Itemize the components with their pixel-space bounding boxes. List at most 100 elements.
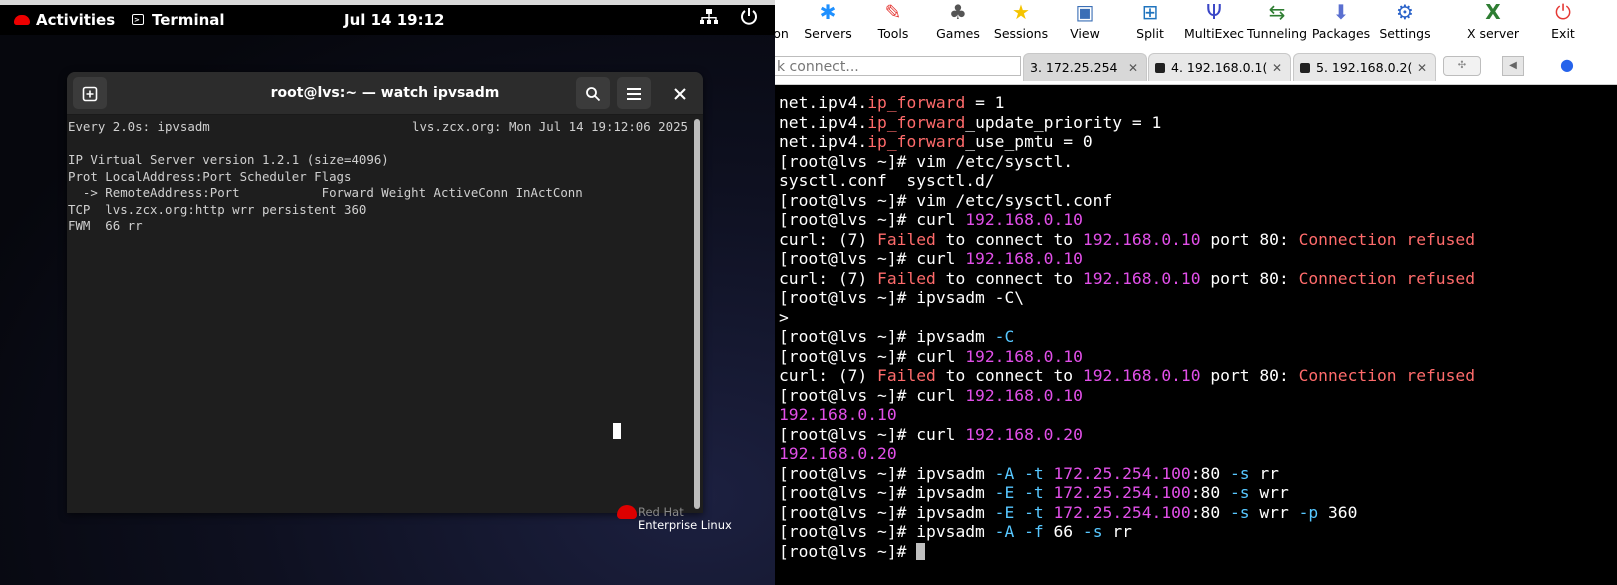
terminal-line: [root@lvs ~]# ipvsadm -A -t 172.25.254.1… — [779, 464, 1279, 484]
ssh-key-icon — [1300, 62, 1310, 73]
gnome-desktop: Activities > Terminal Jul 14 19:12 root@l… — [0, 0, 775, 585]
terminal-text: Connection refused — [1298, 229, 1476, 249]
terminal-text: [root@lvs ~]# ipvsadm — [779, 327, 995, 346]
terminal-line: 192.168.0.10 — [779, 405, 897, 425]
terminal-text: [root@lvs ~]# — [779, 541, 917, 561]
toolbar-label: Settings — [1379, 26, 1431, 41]
terminal-line: [root@lvs ~]# vim /etc/sysctl.conf — [779, 191, 1112, 211]
tab-label: 3. 172.25.254 — [1030, 60, 1118, 75]
app-menu-terminal[interactable]: > Terminal — [132, 5, 225, 35]
output-line: FWM 66 rr — [68, 218, 143, 233]
app-menu-label: Terminal — [152, 11, 225, 29]
network-icon[interactable] — [700, 5, 718, 35]
new-tab-button[interactable] — [73, 77, 107, 109]
terminal-text: to connect to — [935, 229, 1083, 249]
toolbar-tunneling-button[interactable]: ⇆ Tunneling — [1245, 0, 1309, 48]
terminal-text: [root@lvs ~]# curl — [779, 346, 966, 366]
toolbar-games-button[interactable]: ♣ Games — [930, 0, 986, 48]
session-tab-5[interactable]: 5. 192.168.0.2(✕ — [1293, 53, 1436, 81]
toolbar-exit-button[interactable]: ⏻ Exit — [1543, 0, 1583, 48]
close-button[interactable] — [663, 77, 697, 109]
search-button[interactable] — [576, 77, 610, 109]
toolbar-label: Games — [936, 26, 980, 41]
watch-header-right: lvs.zcx.org: Mon Jul 14 19:12:06 2025 — [411, 119, 688, 134]
terminal-text: [root@lvs ~]# ipvsadm -C\ — [779, 288, 1025, 307]
close-tab-icon[interactable]: ✕ — [1272, 54, 1282, 81]
terminal-text: -t — [1024, 502, 1044, 522]
terminal-text: net.ipv4. — [779, 132, 868, 151]
session-tab-3[interactable]: 3. 172.25.254 ✕ — [1023, 53, 1147, 81]
terminal-text: -A — [994, 522, 1015, 541]
toolbar-xserver-button[interactable]: X X server — [1463, 0, 1523, 48]
clock[interactable]: Jul 14 19:12 — [344, 5, 444, 35]
terminal-text: net.ipv4. — [779, 112, 868, 132]
terminal-text: [root@lvs ~]# ipvsadm — [779, 483, 995, 502]
close-tab-icon[interactable]: ✕ — [1128, 54, 1138, 81]
redhat-watermark-icon — [617, 505, 637, 519]
scrollbar-thumb[interactable] — [694, 119, 700, 509]
terminal-line: [root@lvs ~]# curl 192.168.0.10 — [779, 386, 1083, 406]
toolbar-label: on — [775, 26, 789, 41]
toolbar-split-button[interactable]: ⊞ Split — [1127, 0, 1173, 48]
toolbar-sessions-button[interactable]: ★ Sessions — [990, 0, 1052, 48]
activities-button[interactable]: Activities — [14, 5, 115, 35]
terminal-text: Connection refused — [1298, 268, 1476, 288]
terminal-scrollbar[interactable] — [691, 115, 703, 513]
mobaxterm-terminal[interactable]: net.ipv4.ip_forward = 1 net.ipv4.ip_forwa… — [775, 85, 1617, 585]
terminal-text: rr — [1102, 522, 1132, 541]
session-tab-4[interactable]: 4. 192.168.0.1(✕ — [1148, 53, 1291, 81]
watermark-line1: Red Hat — [638, 505, 684, 519]
toolbar-tools-button[interactable]: ✎ Tools — [870, 0, 916, 48]
terminal-text: rr — [1249, 463, 1279, 483]
terminal-text: [root@lvs ~]# ipvsadm — [779, 502, 995, 522]
terminal-line: net.ipv4.ip_forward_update_priority = 1 — [779, 113, 1161, 133]
terminal-header: root@lvs:~ — watch ipvsadm — [67, 72, 703, 115]
terminal-text: 192.168.0.10 — [779, 405, 897, 424]
terminal-line: 192.168.0.20 — [779, 444, 897, 464]
tab-scroll-left-button[interactable]: ◀ — [1502, 56, 1524, 76]
terminal-app-icon: > — [132, 14, 144, 25]
terminal-text: 192.168.0.10 — [1082, 366, 1201, 385]
terminal-text: ip_forward — [867, 132, 966, 151]
power-icon[interactable] — [740, 5, 758, 35]
terminal-text: -s — [1229, 483, 1250, 502]
star-icon: ★ — [1012, 0, 1030, 24]
tab-extra-icon[interactable]: ● — [1560, 56, 1574, 74]
terminal-text: :80 — [1190, 502, 1230, 522]
toolbar-servers-button[interactable]: ✱ Servers — [802, 0, 854, 48]
toolbar-settings-button[interactable]: ⚙ Settings — [1376, 0, 1434, 48]
terminal-title: root@lvs:~ — watch ipvsadm — [270, 85, 500, 101]
terminal-line: [root@lvs ~]# — [779, 541, 926, 562]
redhat-logo-icon — [14, 14, 30, 25]
new-tab-button[interactable]: ✣ — [1443, 56, 1481, 76]
terminal-line: [root@lvs ~]# ipvsadm -A -f 66 -s rr — [779, 522, 1132, 542]
quick-connect-input[interactable]: k connect... — [775, 56, 1021, 76]
close-tab-icon[interactable]: ✕ — [1417, 54, 1427, 81]
toolbar-packages-button[interactable]: ⬇ Packages — [1310, 0, 1372, 48]
toolbar-multiexec-button[interactable]: Ψ MultiExec — [1179, 0, 1249, 48]
toolbar-session-button[interactable]: on — [775, 0, 797, 48]
tools-icon: ✎ — [884, 0, 902, 24]
output-line: TCP lvs.zcx.org:http wrr persistent 360 — [68, 201, 367, 217]
hamburger-menu-button[interactable] — [617, 77, 651, 109]
servers-icon: ✱ — [819, 0, 837, 24]
terminal-line: [root@lvs ~]# curl 192.168.0.10 — [779, 249, 1083, 269]
toolbar-view-button[interactable]: ▣ View — [1060, 0, 1110, 48]
terminal-text: curl: (7) — [779, 366, 878, 385]
terminal-text: -p — [1298, 502, 1319, 522]
terminal-line: > — [779, 308, 789, 328]
terminal-cursor — [613, 423, 621, 439]
terminal-text: ip_forward — [867, 93, 966, 112]
terminal-text: 192.168.0.10 — [965, 385, 1083, 405]
terminal-text: [root@lvs ~]# curl — [779, 249, 966, 268]
mobaxterm-window: on ✱ Servers ✎ Tools ♣ Games ★ Sessions … — [775, 0, 1617, 585]
terminal-text: wrr — [1249, 483, 1289, 502]
terminal-line: curl: (7) Failed to connect to 192.168.0… — [779, 269, 1475, 289]
terminal-output[interactable]: Every 2.0s: ipvsadm lvs.zcx.org: Mon Jul… — [67, 115, 691, 513]
terminal-text: -t — [1024, 463, 1044, 483]
terminal-window[interactable]: root@lvs:~ — watch ipvsadm Every 2.0s: i… — [67, 72, 703, 513]
